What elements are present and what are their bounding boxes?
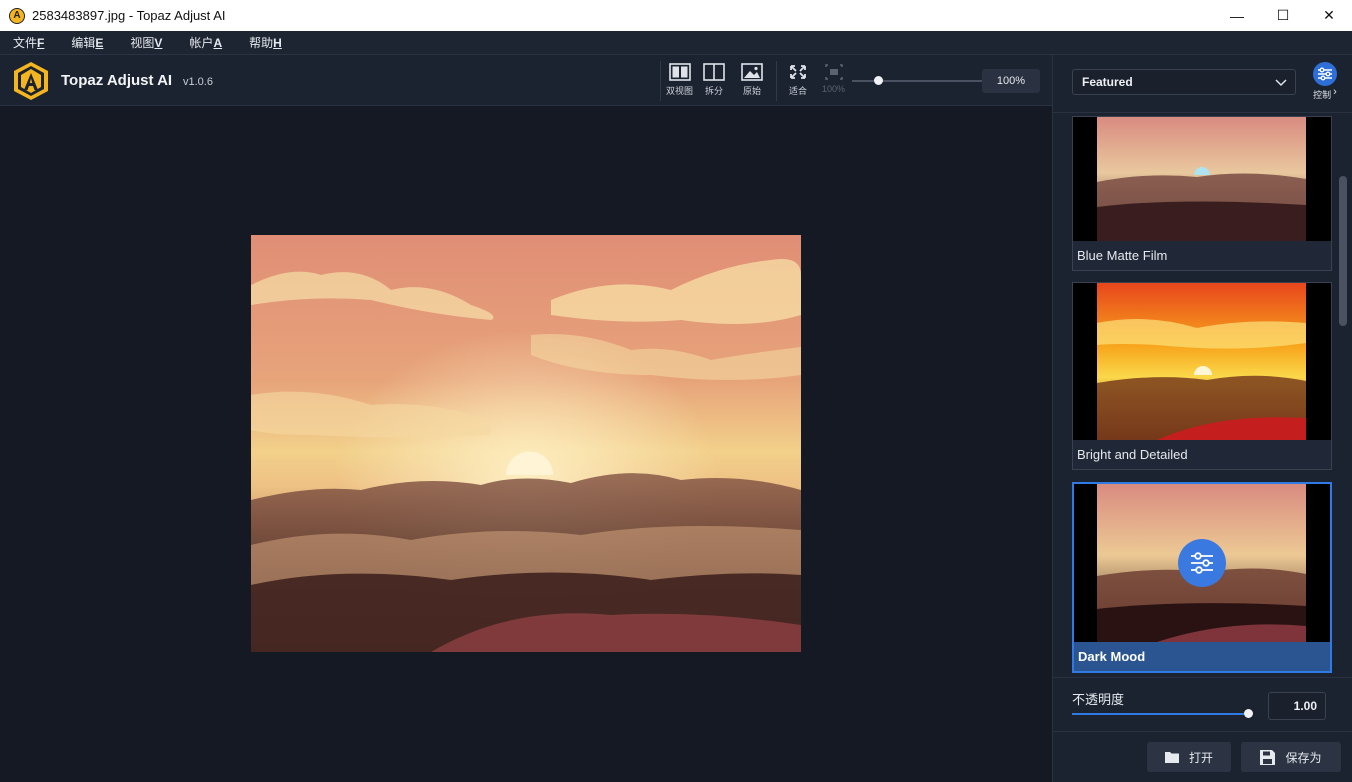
- preset-thumbnail: [1073, 283, 1331, 440]
- opacity-slider-handle[interactable]: [1243, 709, 1253, 718]
- menu-view[interactable]: 视图V: [130, 34, 162, 51]
- close-button[interactable]: ✕: [1306, 0, 1352, 31]
- opacity-control: 不透明度 1.00: [1053, 677, 1352, 731]
- expand-icon: [790, 65, 806, 79]
- fit-button[interactable]: 适合: [788, 63, 808, 97]
- preset-name: Dark Mood: [1074, 642, 1330, 671]
- toolbar-divider: [776, 61, 777, 101]
- menu-file-label: 文件: [13, 36, 38, 50]
- zoom-100-button[interactable]: 100%: [822, 63, 845, 94]
- file-actions: 打开 保存为: [1053, 731, 1352, 782]
- chevron-right-icon: ›: [1333, 86, 1337, 98]
- control-panel-button[interactable]: 控制 ›: [1306, 62, 1344, 102]
- sliders-icon: [1191, 552, 1213, 574]
- opacity-value-field[interactable]: 1.00: [1268, 692, 1326, 720]
- app-icon: A: [9, 7, 25, 24]
- preset-card[interactable]: Bright and Detailed: [1072, 282, 1332, 470]
- split-view-icon: [703, 63, 725, 81]
- menu-help-label: 帮助: [249, 36, 274, 50]
- app-version: v1.0.6: [183, 76, 213, 88]
- menu-edit-key: E: [95, 36, 104, 50]
- original-view-button[interactable]: 原始: [741, 63, 763, 97]
- fit-label: 适合: [788, 86, 807, 96]
- menu-account-key: A: [213, 36, 223, 50]
- zoom-slider-track[interactable]: [852, 80, 982, 82]
- folder-icon: [1164, 752, 1179, 763]
- dual-view-label: 双视图: [666, 86, 694, 96]
- image-icon: [741, 63, 763, 81]
- chevron-down-icon: [1275, 79, 1287, 87]
- menu-help-key: H: [273, 36, 282, 50]
- menu-file[interactable]: 文件F: [13, 34, 44, 51]
- toolbar: Topaz Adjust AI v1.0.6 双视图 拆分 原始 适合 100%…: [0, 55, 1052, 106]
- preset-name: Bright and Detailed: [1077, 447, 1188, 462]
- open-button[interactable]: 打开: [1147, 742, 1231, 772]
- app-brand: Topaz Adjust AI: [61, 72, 173, 89]
- topaz-logo-icon: [14, 62, 48, 100]
- preset-list-scrollbar[interactable]: [1339, 176, 1347, 326]
- presets-panel: Featured 控制 › Blue Matte Film Bright and…: [1052, 55, 1352, 782]
- opacity-label: 不透明度: [1072, 692, 1125, 707]
- menu-account[interactable]: 帐户A: [189, 34, 222, 51]
- dual-view-icon: [668, 63, 691, 81]
- sliders-icon: [1313, 62, 1337, 86]
- save-as-label: 保存为: [1285, 750, 1322, 765]
- menu-view-key: V: [154, 36, 163, 50]
- preset-thumbnail: [1074, 484, 1330, 642]
- preset-category-dropdown[interactable]: Featured: [1072, 69, 1296, 95]
- toolbar-divider: [660, 61, 661, 101]
- minimize-button[interactable]: —: [1214, 0, 1260, 31]
- adjust-preset-button[interactable]: [1178, 539, 1226, 587]
- control-label: 控制: [1313, 90, 1332, 100]
- zoom-100-label: 100%: [822, 84, 846, 94]
- image-canvas[interactable]: [0, 106, 1052, 782]
- window-controls: — ☐ ✕: [1214, 0, 1352, 31]
- menu-bar: 文件F 编辑E 视图V 帐户A 帮助H: [0, 31, 1352, 55]
- preset-card-selected[interactable]: Dark Mood: [1072, 482, 1332, 673]
- menu-help[interactable]: 帮助H: [249, 34, 282, 51]
- window-title: 2583483897.jpg - Topaz Adjust AI: [32, 8, 226, 23]
- zoom-value-field[interactable]: 100%: [982, 69, 1040, 93]
- menu-file-key: F: [37, 36, 45, 50]
- preset-list: Blue Matte Film Bright and Detailed Dark…: [1053, 112, 1352, 676]
- opacity-slider-track[interactable]: [1072, 713, 1248, 715]
- dual-view-button[interactable]: 双视图: [666, 63, 693, 97]
- save-icon: [1260, 749, 1276, 765]
- actual-size-icon: [824, 64, 843, 80]
- zoom-slider-handle[interactable]: [873, 76, 883, 85]
- title-bar: A 2583483897.jpg - Topaz Adjust AI — ☐ ✕: [0, 0, 1352, 31]
- menu-view-label: 视图: [130, 36, 155, 50]
- save-as-button[interactable]: 保存为: [1241, 742, 1341, 772]
- menu-account-label: 帐户: [189, 36, 214, 50]
- open-label: 打开: [1188, 750, 1213, 765]
- preset-card[interactable]: Blue Matte Film: [1072, 116, 1332, 271]
- preset-thumbnail: [1073, 117, 1331, 241]
- preset-category-value: Featured: [1082, 75, 1133, 89]
- preset-name: Blue Matte Film: [1077, 248, 1168, 263]
- menu-edit-label: 编辑: [71, 36, 96, 50]
- original-view-label: 原始: [742, 86, 761, 96]
- sunset-photo: [251, 235, 801, 652]
- split-view-button[interactable]: 拆分: [703, 63, 725, 97]
- menu-edit[interactable]: 编辑E: [71, 34, 103, 51]
- maximize-button[interactable]: ☐: [1260, 0, 1306, 31]
- split-view-label: 拆分: [704, 86, 723, 96]
